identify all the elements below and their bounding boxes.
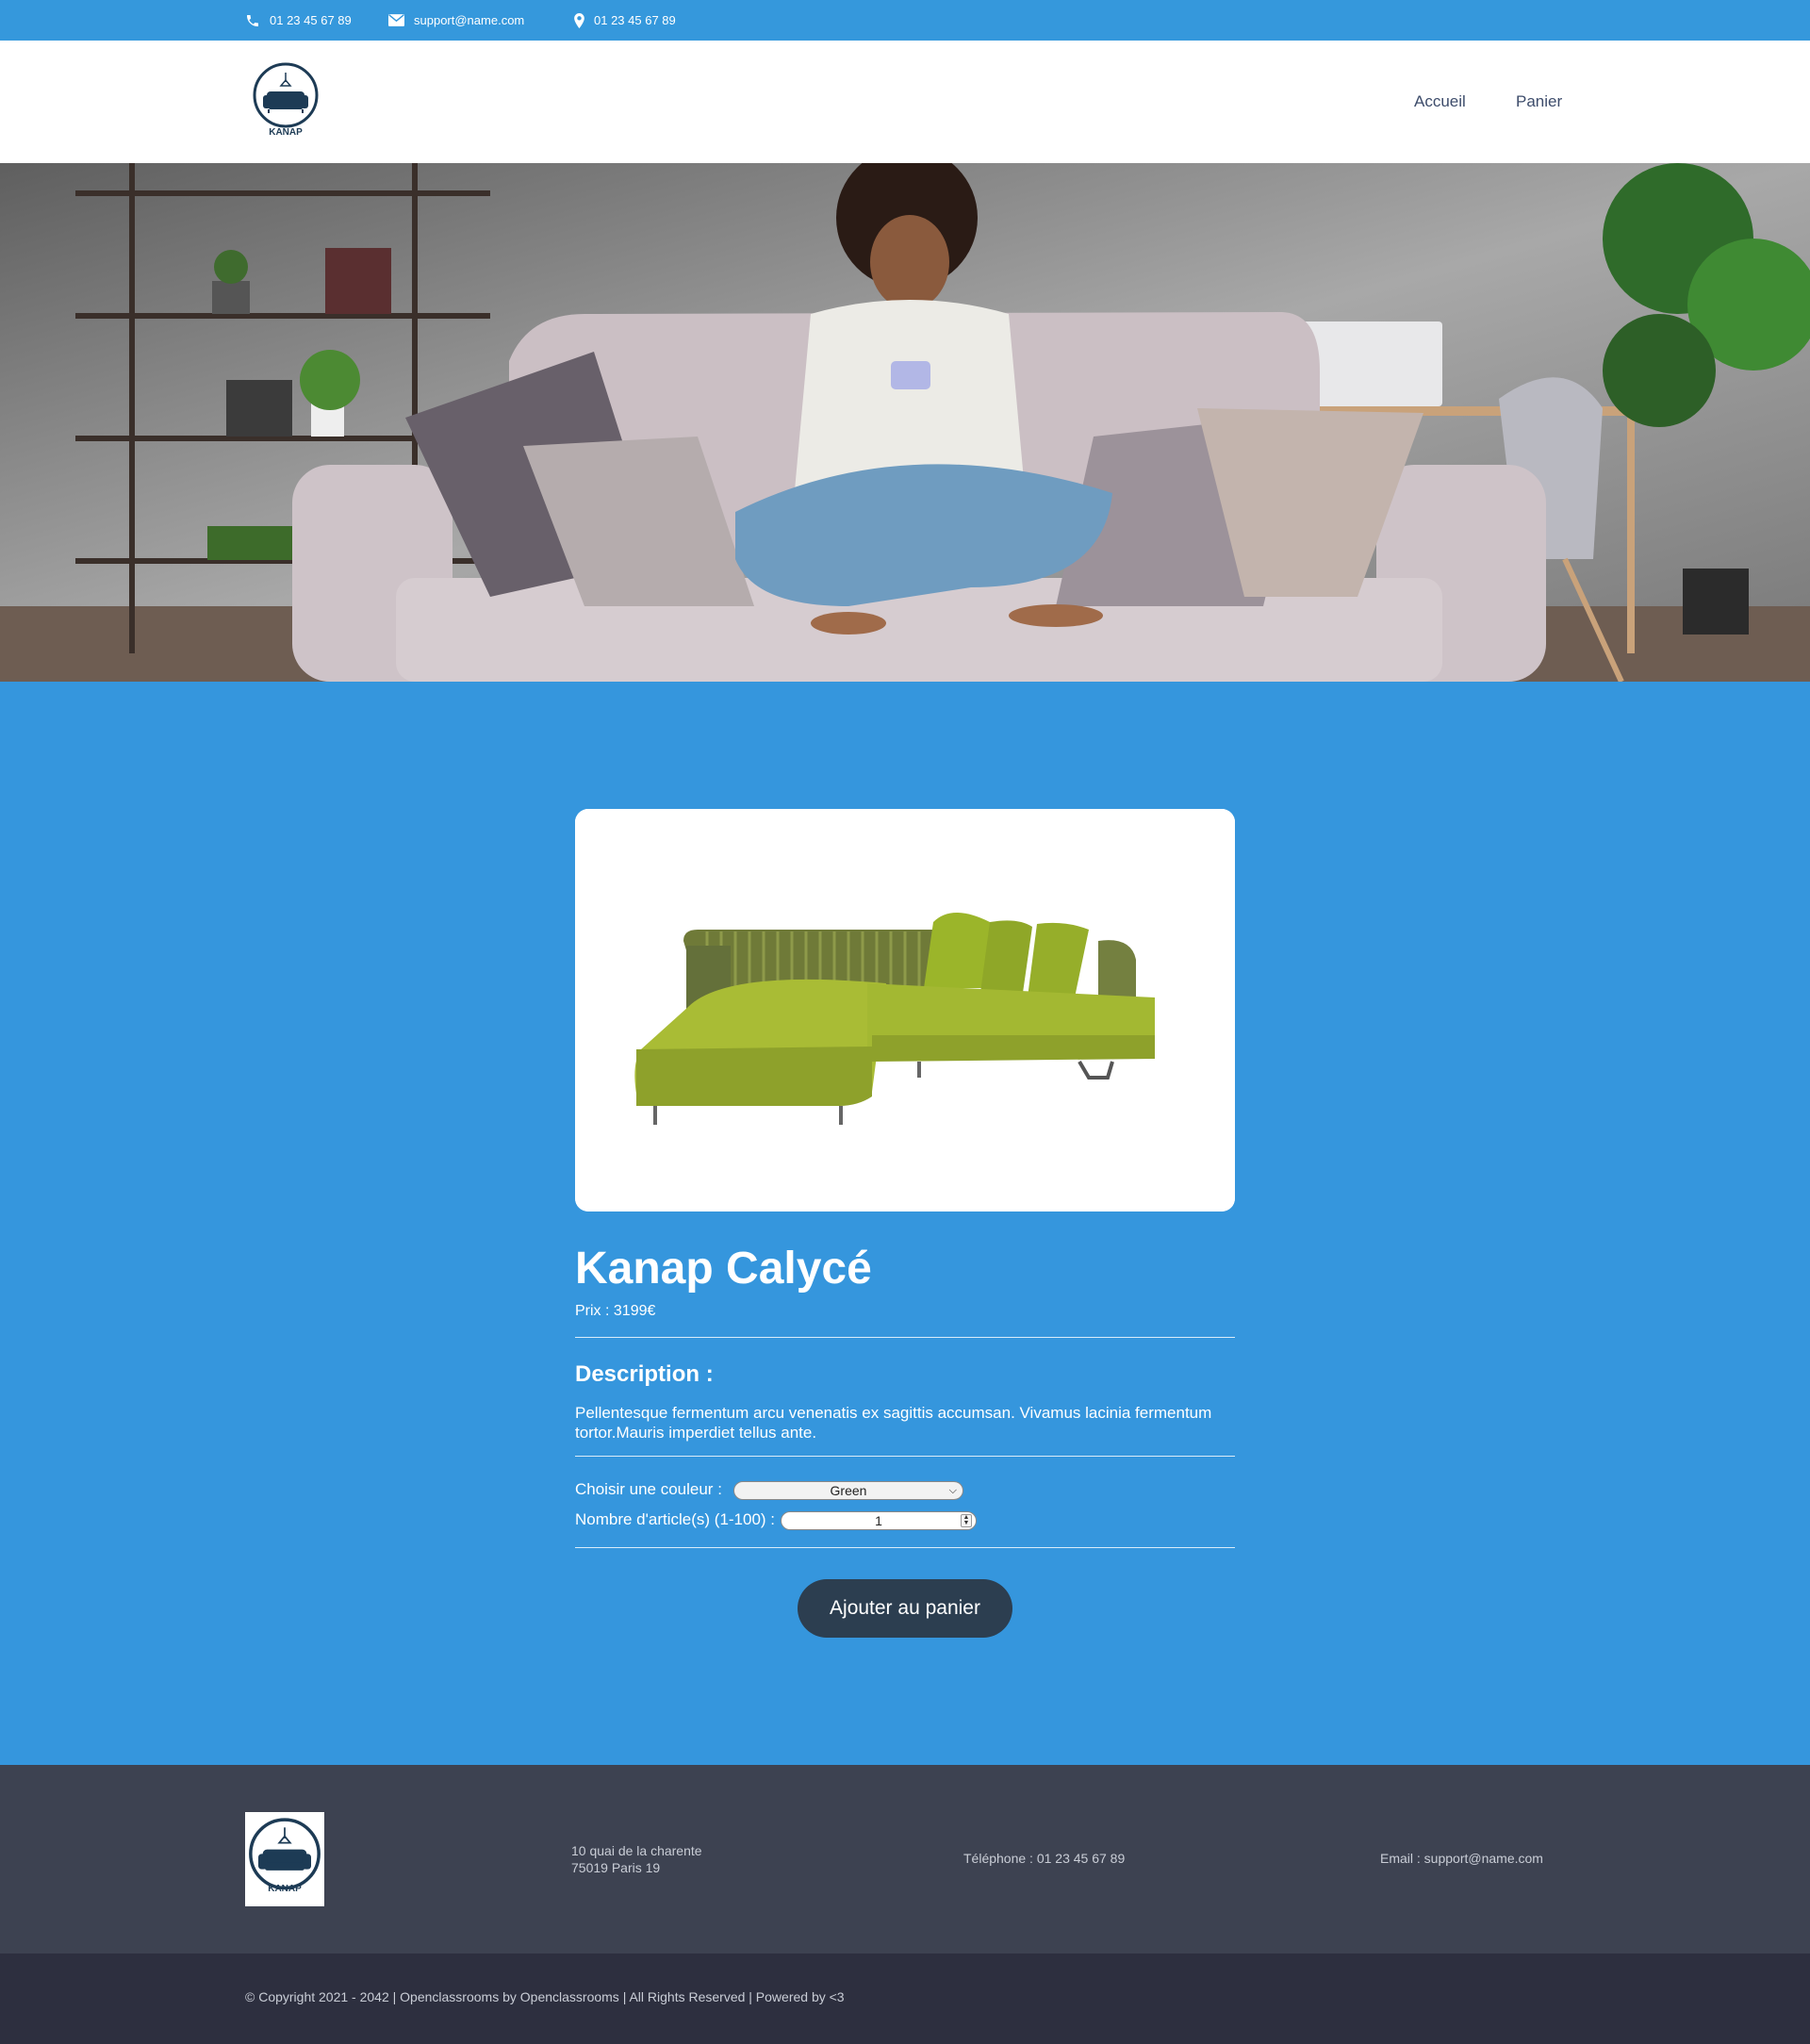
divider	[575, 1547, 1235, 1548]
sofa-logo-icon	[253, 62, 319, 128]
site-header: KANAP Accueil Panier	[0, 41, 1810, 163]
footer-logo-text: KANAP	[268, 1884, 302, 1894]
copyright-text: © Copyright 2021 - 2042 | Openclassrooms…	[245, 1989, 845, 2004]
product-description: Pellentesque fermentum arcu venenatis ex…	[575, 1404, 1212, 1442]
envelope-icon	[388, 14, 404, 26]
footer-address-line1: 10 quai de la charente	[571, 1843, 702, 1858]
quantity-value: 1	[875, 1513, 882, 1528]
kanap-logo[interactable]: KANAP	[252, 61, 320, 142]
footer-address-line2: 75019 Paris 19	[571, 1860, 661, 1875]
description-heading: Description :	[575, 1361, 714, 1387]
quantity-label: Nombre d'article(s) (1-100) :	[575, 1510, 776, 1528]
phone-icon	[247, 14, 258, 26]
site-footer: KANAP 10 quai de la charente 75019 Paris…	[0, 1765, 1810, 1953]
quantity-stepper[interactable]: 1 ▲ ▼	[781, 1511, 977, 1530]
topbar-address[interactable]: 01 23 45 67 89	[574, 0, 676, 41]
topbar-phone-text: 01 23 45 67 89	[270, 13, 352, 27]
footer-email[interactable]: Email : support@name.com	[1380, 1850, 1543, 1867]
footer-logo[interactable]: KANAP	[245, 1812, 324, 1906]
location-pin-icon	[574, 12, 584, 28]
chevron-down-icon: ⌵	[948, 1485, 957, 1496]
product-title: Kanap Calycé	[575, 1244, 872, 1294]
logo-text: KANAP	[269, 127, 303, 138]
product-price: Prix : 3199€	[575, 1303, 656, 1319]
color-label: Choisir une couleur :	[575, 1480, 722, 1498]
copyright-bar: © Copyright 2021 - 2042 | Openclassrooms…	[0, 1953, 1810, 2044]
topbar-email[interactable]: support@name.com	[388, 0, 524, 41]
topbar-email-text: support@name.com	[414, 13, 525, 27]
topbar-address-text: 01 23 45 67 89	[594, 13, 676, 27]
sofa-product-image	[575, 809, 1235, 1212]
hero-photo-illustration	[0, 163, 1810, 682]
nav-link-panier[interactable]: Panier	[1516, 92, 1562, 111]
spinner-arrows-icon[interactable]: ▲ ▼	[961, 1514, 972, 1527]
product-image-card	[575, 809, 1235, 1212]
footer-phone[interactable]: Téléphone : 01 23 45 67 89	[963, 1850, 1125, 1867]
add-to-cart-button[interactable]: Ajouter au panier	[798, 1579, 1012, 1638]
topbar-phone[interactable]: 01 23 45 67 89	[245, 0, 352, 41]
nav-link-accueil[interactable]: Accueil	[1414, 92, 1466, 111]
divider	[575, 1456, 1235, 1457]
footer-address: 10 quai de la charente 75019 Paris 19	[571, 1842, 702, 1876]
sofa-logo-icon	[249, 1818, 321, 1890]
divider	[575, 1337, 1235, 1338]
color-select[interactable]: Green ⌵	[733, 1481, 963, 1500]
color-select-value: Green	[830, 1483, 867, 1498]
hero-banner-image	[0, 163, 1810, 682]
top-info-bar: 01 23 45 67 89 support@name.com 01 23 45…	[0, 0, 1810, 41]
